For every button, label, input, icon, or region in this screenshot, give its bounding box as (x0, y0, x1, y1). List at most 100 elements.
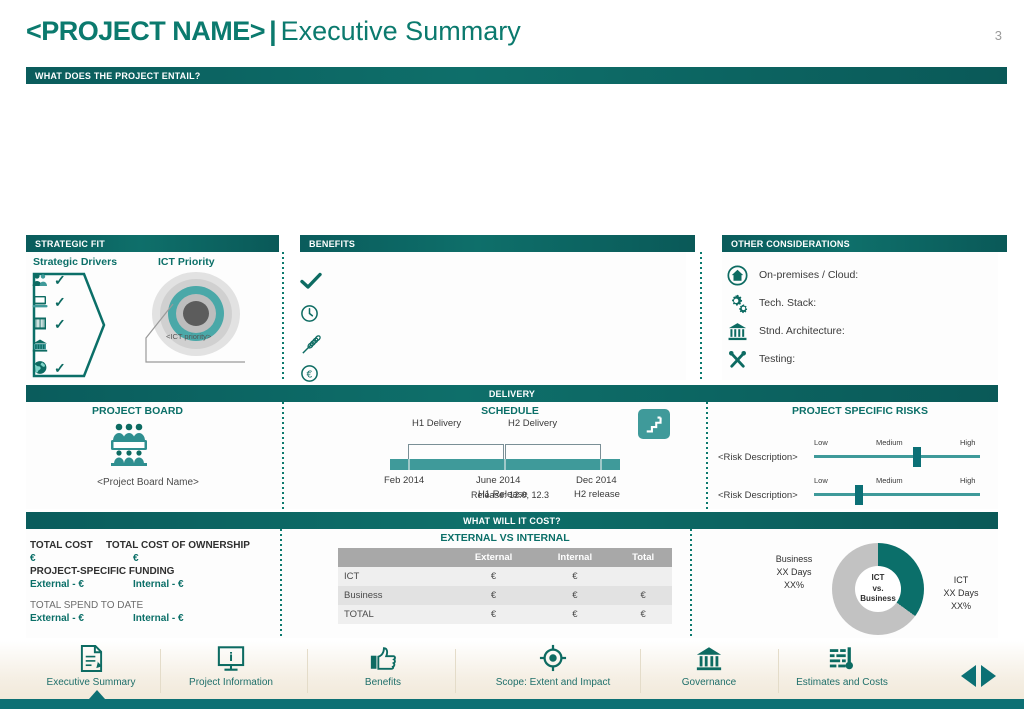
total-cost-label: TOTAL COST (30, 540, 93, 551)
cost-table: External Internal Total ICT € € Business… (338, 548, 672, 624)
section-header-benefits: BENEFITS (300, 235, 695, 252)
bottom-navigation: Executive Summary i Project Information … (0, 641, 1024, 709)
section-header-strategic-fit: STRATEGIC FIT (26, 235, 279, 252)
donut-center-line3: Business (860, 594, 896, 604)
col-header-external: External (451, 548, 536, 567)
scale-label-low: Low (814, 438, 828, 447)
legend-days: XX Days (943, 588, 979, 599)
cell-total: € (640, 590, 646, 601)
section-header-delivery: DELIVERY (26, 385, 998, 402)
divider-dotted (280, 529, 282, 638)
risk-scale[interactable]: Low Medium High (814, 438, 980, 472)
col-header-total: Total (614, 548, 672, 567)
cell-total (614, 567, 672, 586)
section-header-entail: WHAT DOES THE PROJECT ENTAIL? (26, 67, 1007, 84)
risk-scale[interactable]: Low Medium High (814, 476, 980, 510)
donut-legend-ict: ICT XX Days XX% (926, 574, 996, 613)
divider-dotted (690, 529, 692, 638)
arrow-left-icon[interactable] (961, 665, 976, 687)
clock-icon (300, 304, 319, 328)
tco-value: € (133, 553, 139, 564)
nav-label: Estimates and Costs (796, 677, 888, 688)
risk-thumb[interactable] (912, 447, 921, 467)
risk-thumb[interactable] (854, 485, 863, 505)
section-header-cost: WHAT WILL IT COST? (26, 512, 998, 529)
legend-percent: XX% (950, 601, 971, 612)
driver-check-icon: ✓ (54, 359, 66, 376)
check-icon (300, 272, 322, 295)
nav-arrows (961, 665, 996, 687)
nav-label: Governance (681, 677, 737, 688)
consideration-label: On-premises / Cloud: (759, 269, 859, 281)
slide: <PROJECT NAME> | Executive Summary 3 WHAT … (0, 0, 1024, 709)
donut-center-line2: vs. (872, 583, 884, 593)
nav-item-scope[interactable]: Scope: Extent and Impact (480, 643, 626, 697)
document-barcode-icon (32, 316, 48, 331)
consideration-label: Tech. Stack: (759, 297, 817, 309)
strategic-drivers-list: ✓ ✓ ✓ ✓ (32, 272, 108, 378)
strategic-drivers-heading: Strategic Drivers (33, 256, 118, 268)
legend-percent: XX% (783, 580, 804, 591)
globe-icon (32, 360, 48, 375)
milestone-date: June 2014 (476, 475, 521, 486)
consideration-row: On-premises / Cloud: (726, 264, 858, 286)
strategic-driver-row: ✓ (32, 360, 66, 375)
tools-icon (726, 348, 748, 370)
svg-text:€: € (306, 369, 312, 380)
donut-center-line1: ICT (871, 572, 885, 582)
arrow-right-icon[interactable] (981, 665, 996, 687)
cell-category: TOTAL (344, 609, 374, 620)
table-row: TOTAL € € € (338, 605, 672, 624)
milestone-tick (600, 459, 602, 470)
title-separator: | (269, 16, 277, 46)
donut-center-label: ICT vs. Business (855, 566, 901, 612)
nav-divider (307, 649, 308, 693)
phase-brace (505, 444, 601, 459)
consideration-label: Stnd. Architecture: (759, 325, 845, 337)
risk-label: <Risk Description> (718, 452, 798, 463)
nav-item-benefits[interactable]: Benefits (310, 643, 456, 697)
nav-item-governance[interactable]: Governance (636, 643, 782, 697)
page-subtitle: Executive Summary (280, 16, 521, 46)
consideration-row: Tech. Stack: (726, 292, 816, 314)
nav-item-executive-summary[interactable]: Executive Summary (18, 643, 164, 697)
table-header-row: External Internal Total (338, 548, 672, 567)
driver-check-icon: ✓ (54, 271, 66, 288)
milestone-tick (504, 459, 506, 470)
gears-icon (726, 292, 748, 314)
nav-item-estimates-and-costs[interactable]: Estimates and Costs (769, 643, 915, 697)
divider-dotted (282, 252, 284, 380)
target-crosshair-icon (539, 643, 567, 673)
consideration-row: Stnd. Architecture: (726, 320, 845, 342)
project-board-name: <Project Board Name> (97, 477, 199, 488)
cell-category: Business (344, 590, 383, 601)
legend-name: ICT (953, 575, 969, 585)
ict-priority-heading: ICT Priority (158, 256, 215, 268)
risk-row: <Risk Description> Low Medium High (718, 438, 998, 472)
scale-label-medium: Medium (876, 438, 903, 447)
ict-priority-label: <ICT priority> (166, 332, 212, 341)
benefits-panel (300, 252, 686, 380)
laptop-icon (32, 294, 48, 309)
funding-internal: Internal - € (133, 579, 184, 590)
section-header-other-considerations: OTHER CONSIDERATIONS (722, 235, 1007, 252)
driver-check-icon: ✓ (54, 293, 66, 310)
spend-internal: Internal - € (133, 613, 184, 624)
donut-legend-business: Business XX Days XX% (756, 553, 832, 592)
page-title: <PROJECT NAME> | Executive Summary (26, 18, 521, 45)
cell-total: € (640, 609, 646, 620)
active-tab-indicator (89, 690, 105, 699)
consideration-row: Testing: (726, 348, 795, 370)
svg-text:i: i (229, 650, 233, 663)
bank-icon (726, 320, 748, 342)
risk-track (814, 455, 980, 458)
total-cost-value: € (30, 553, 36, 564)
nav-item-project-information[interactable]: i Project Information (158, 643, 304, 697)
nav-label: Executive Summary (46, 677, 136, 688)
schedule-heading: SCHEDULE (481, 405, 539, 417)
tco-label: TOTAL COST OF OWNERSHIP (106, 540, 250, 551)
spend-label: TOTAL SPEND TO DATE (30, 600, 144, 611)
risk-track (814, 493, 980, 496)
scale-label-low: Low (814, 476, 828, 485)
risk-label: <Risk Description> (718, 490, 798, 501)
